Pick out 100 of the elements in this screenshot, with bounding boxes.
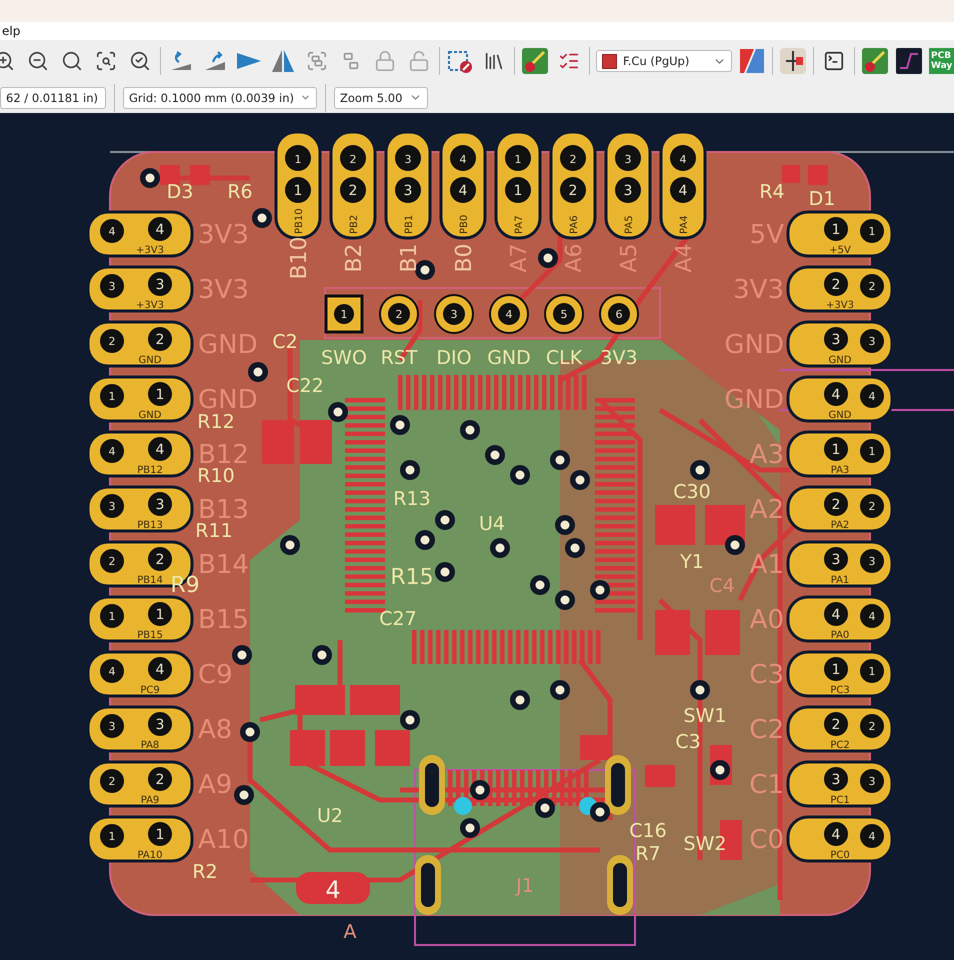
pin-number: 4 <box>458 183 468 199</box>
pin-net-label: GND <box>138 355 162 366</box>
pin-net-label: GND <box>828 410 852 421</box>
pin-number: 2 <box>350 153 356 166</box>
pin-number: 2 <box>832 497 840 513</box>
pin-net-label: PC1 <box>830 795 850 806</box>
pin-number: 2 <box>832 277 840 293</box>
pin-number: 3 <box>450 308 458 321</box>
reference-label: R4 <box>759 181 785 203</box>
pin-net-label: PC0 <box>830 850 850 861</box>
reference-label: C27 <box>379 608 417 630</box>
reference-label: J1 <box>516 875 534 897</box>
reference-label: D1 <box>808 188 836 210</box>
pin-net-label: PC2 <box>830 740 850 751</box>
pin-net-label: +5V <box>829 245 851 256</box>
pin-net-label: PB10 <box>294 208 305 234</box>
reference-label: R10 <box>197 465 235 487</box>
pin-net-label: PB2 <box>349 214 360 234</box>
silkscreen-label: 3V3 <box>600 347 638 369</box>
silkscreen-label: A0 <box>750 605 784 635</box>
pin-net-label: PB0 <box>459 214 470 234</box>
silkscreen-label: A3 <box>750 440 784 470</box>
pin-number: 5 <box>560 308 568 321</box>
menu-item[interactable]: elp <box>0 24 22 38</box>
pin-number: 3 <box>156 497 164 513</box>
pin-number: 1 <box>832 222 840 238</box>
pin-number: 4 <box>156 442 164 458</box>
option-dropdown[interactable]: Zoom 5.00 <box>334 86 428 108</box>
pin-number: 3 <box>108 720 116 733</box>
pin-net-label: PC9 <box>140 685 160 696</box>
pin-number: 2 <box>832 717 840 733</box>
silkscreen-label: B2 <box>342 243 367 273</box>
pin-net-label: PB13 <box>137 520 163 531</box>
pin-number: 1 <box>868 445 876 458</box>
pin-number: 3 <box>832 552 840 568</box>
pin-number: 4 <box>832 387 840 403</box>
pin-number: 2 <box>868 720 876 733</box>
pin-net-label: PA4 <box>679 215 690 234</box>
pad-number: 4 <box>325 876 341 904</box>
reference-label: C3 <box>675 731 701 753</box>
pin-number: 1 <box>108 830 116 843</box>
pin-net-label: PA2 <box>830 520 850 531</box>
pin-net-label: +3V3 <box>136 245 164 256</box>
pin-number: 4 <box>868 610 876 623</box>
pin-number: 1 <box>294 183 302 199</box>
reference-label: A <box>344 921 356 943</box>
reference-label: SW2 <box>684 833 726 855</box>
reference-label: C2 <box>272 331 298 353</box>
pin-net-label: PC3 <box>830 685 850 696</box>
pin-number: 2 <box>570 153 576 166</box>
pin-number: 4 <box>108 225 116 238</box>
silkscreen-label: C0 <box>749 825 784 855</box>
pin-number: 3 <box>832 332 840 348</box>
pin-number: 1 <box>156 827 164 843</box>
pin-net-label: PB1 <box>404 214 415 234</box>
pin-number: 2 <box>868 280 876 293</box>
reference-label: C30 <box>673 481 711 503</box>
pin-number: 3 <box>868 555 876 568</box>
pin-net-label: PA9 <box>140 795 160 806</box>
pin-number: 1 <box>156 387 164 403</box>
pin-net-label: PA6 <box>569 215 580 234</box>
pin-number: 1 <box>340 308 348 321</box>
pin-net-label: PA5 <box>624 215 635 234</box>
pin-net-label: PA8 <box>140 740 160 751</box>
pin-number: 3 <box>404 153 412 166</box>
pin-number: 1 <box>514 153 522 166</box>
pin-number: 1 <box>108 390 116 403</box>
pin-net-label: PB12 <box>137 465 163 476</box>
silkscreen-label: GND <box>724 385 784 415</box>
silkscreen-label: C3 <box>749 660 784 690</box>
option-dropdown[interactable]: Grid: 0.1000 mm (0.0039 in) <box>123 86 317 108</box>
pin-number: 2 <box>108 775 116 788</box>
pin-number: 3 <box>832 772 840 788</box>
pin-net-label: PA3 <box>830 465 850 476</box>
pin-number: 2 <box>108 555 116 568</box>
pin-number: 1 <box>832 442 840 458</box>
silkscreen-label: B0 <box>452 243 477 273</box>
option-dropdown[interactable]: 62 / 0.01181 in) <box>0 86 106 108</box>
pin-number: 2 <box>396 308 402 321</box>
reference-label: R7 <box>635 843 661 865</box>
silkscreen-label: A4 <box>672 243 697 273</box>
pin-number: 1 <box>294 153 302 166</box>
pin-number: 2 <box>348 183 358 199</box>
silkscreen-label: GND <box>487 347 531 369</box>
pin-number: 1 <box>868 665 876 678</box>
silkscreen-label: B10 <box>287 236 312 280</box>
pin-number: 2 <box>108 335 116 348</box>
pin-net-label: PB14 <box>137 575 163 586</box>
pin-number: 3 <box>624 183 632 199</box>
silkscreen-label: DIO <box>436 347 472 369</box>
pin-number: 6 <box>616 308 622 321</box>
pin-number: 4 <box>832 607 840 623</box>
silkscreen-label: RST <box>380 347 418 369</box>
pin-number: 2 <box>568 183 578 199</box>
reference-label: SW1 <box>684 705 726 727</box>
pin-net-label: PA10 <box>138 850 162 861</box>
pin-net-label: GND <box>828 355 852 366</box>
pcbway-logo[interactable]: PCB Way <box>929 48 954 74</box>
layer-select[interactable]: F.Cu (PgUp) <box>596 50 732 72</box>
silkscreen-label: SWO <box>321 347 367 369</box>
